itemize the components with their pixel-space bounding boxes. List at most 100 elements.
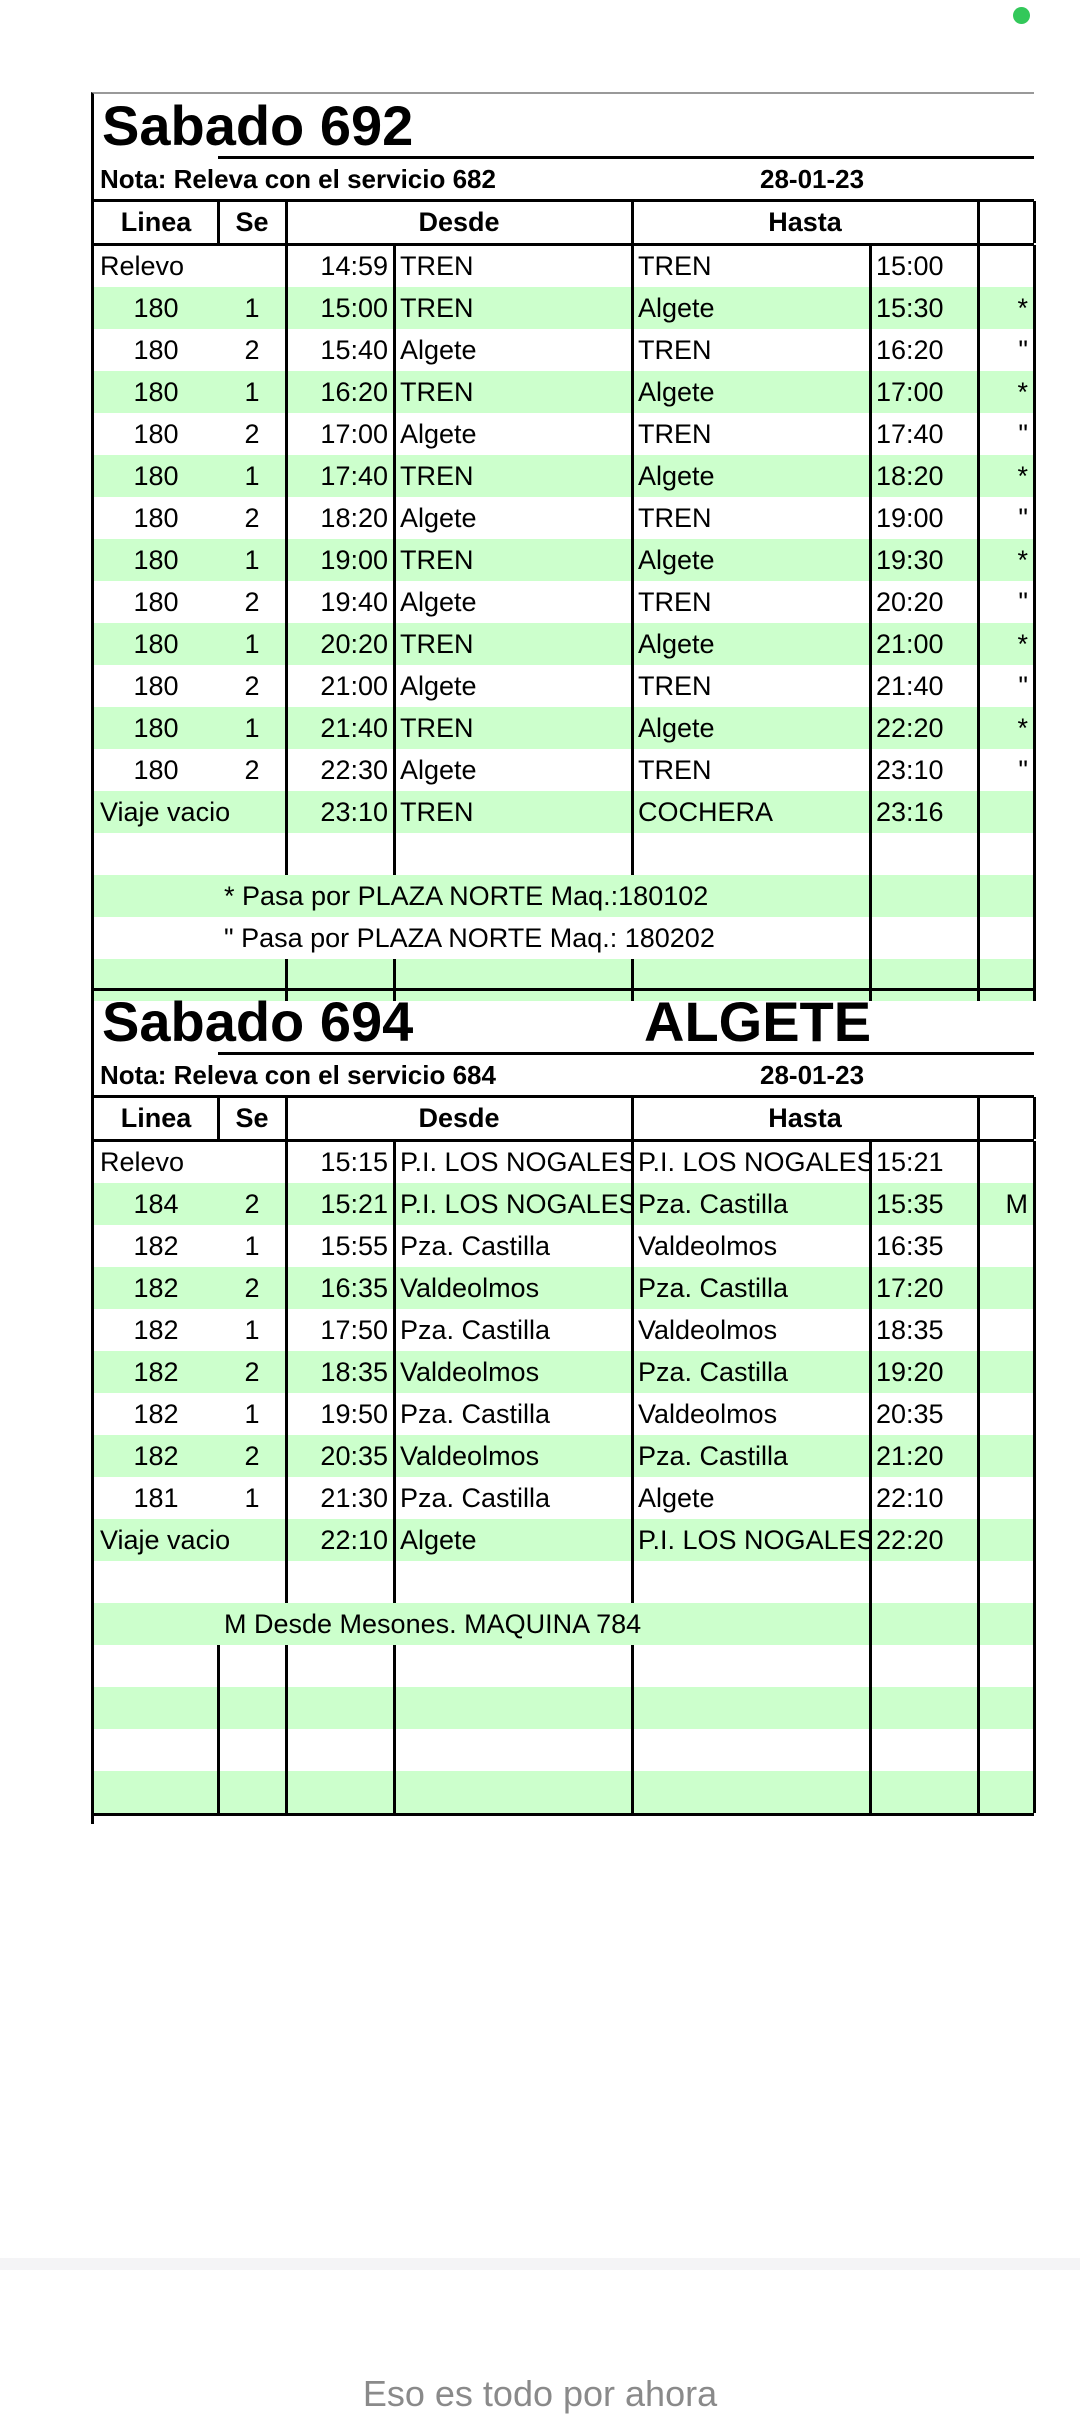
cell-t1: 19:40 (320, 587, 388, 617)
column-divider (869, 245, 872, 1001)
cell-from: Algete (400, 419, 477, 449)
cell-from: Algete (400, 587, 477, 617)
title-row: Sabado 694 ALGETE (94, 990, 1034, 1054)
service-place: ALGETE (644, 990, 872, 1053)
cell-t2: 21:40 (876, 671, 944, 701)
end-message: Eso es todo por ahora (362, 2373, 718, 2414)
cell-t1: 14:59 (320, 251, 388, 281)
cell-to: Pza. Castilla (638, 1357, 789, 1387)
cell-to: TREN (638, 671, 712, 701)
table-row: Viaje vacio 23:10 TREN COCHERA 23:16 (94, 791, 1034, 833)
cell-t2: 19:20 (876, 1357, 944, 1387)
table-row: 180 1 19:00 TREN Algete 19:30 * (94, 539, 1034, 581)
cell-from: TREN (400, 545, 474, 575)
cell-linea: 184 (133, 1189, 179, 1219)
cell-se: 1 (244, 545, 260, 575)
cell-t1: 17:40 (320, 461, 388, 491)
header-hasta: Hasta (768, 1103, 842, 1133)
cell-t2: 18:20 (876, 461, 944, 491)
cell-mark: * (1017, 629, 1028, 659)
column-divider (1033, 201, 1036, 243)
cell-linea: 182 (133, 1441, 179, 1471)
cell-to: TREN (638, 419, 712, 449)
column-divider (393, 1645, 396, 1813)
column-divider (285, 201, 288, 243)
cell-t2: 22:20 (876, 713, 944, 743)
table-row: Relevo 14:59 TREN TREN 15:00 (94, 245, 1034, 287)
service-date: 28-01-23 (760, 1060, 865, 1090)
cell-to: Pza. Castilla (638, 1189, 789, 1219)
cell-mark: M (1005, 1189, 1029, 1219)
cell-se: 2 (244, 419, 260, 449)
table-row: 182 1 15:55 Pza. Castilla Valdeolmos 16:35 (94, 1225, 1034, 1267)
cell-from: TREN (400, 461, 474, 491)
cell-t1: 22:10 (320, 1525, 388, 1555)
cell-from: P.I. LOS NOGALES (400, 1147, 632, 1177)
cell-linea: 180 (133, 671, 179, 701)
cell-from: Algete (400, 671, 477, 701)
cell-linea: Viaje vacio (100, 797, 231, 827)
cell-to: Algete (638, 713, 715, 743)
cell-from: Algete (400, 1525, 477, 1555)
cell-to: Algete (638, 293, 715, 323)
cell-t1: 15:00 (320, 293, 388, 323)
cell-linea: Relevo (100, 1147, 185, 1177)
cell-mark: * (1017, 293, 1028, 323)
cell-t2: 22:20 (876, 1525, 944, 1555)
header-se: Se (235, 207, 269, 237)
service-title: Sabado 694 (102, 990, 414, 1053)
cell-t1: 20:35 (320, 1441, 388, 1471)
cell-to: Algete (638, 629, 715, 659)
cell-t2: 15:00 (876, 251, 944, 281)
cell-from: Valdeolmos (400, 1273, 540, 1303)
cell-from: Algete (400, 335, 477, 365)
cell-mark: " (1018, 503, 1028, 533)
cell-t2: 18:35 (876, 1315, 944, 1345)
cell-t1: 20:20 (320, 629, 388, 659)
table-row: 180 1 21:40 TREN Algete 22:20 * (94, 707, 1034, 749)
cell-se: 1 (244, 629, 260, 659)
table-row (94, 1687, 1034, 1729)
service-date: 28-01-23 (760, 164, 865, 194)
cell-from: Pza. Castilla (400, 1399, 551, 1429)
cell-from: TREN (400, 251, 474, 281)
table-row: 181 1 21:30 Pza. Castilla Algete 22:10 (94, 1477, 1034, 1519)
table-row (94, 1561, 1034, 1603)
cell-se: 2 (244, 587, 260, 617)
cell-t2: 17:20 (876, 1273, 944, 1303)
cell-t1: 21:00 (320, 671, 388, 701)
cell-t1: 18:35 (320, 1357, 388, 1387)
footnote: * Pasa por PLAZA NORTE Maq.:180102 (224, 881, 709, 911)
column-divider (631, 1097, 634, 1139)
cell-t2: 19:00 (876, 503, 944, 533)
table-row: 180 2 17:00 Algete TREN 17:40 " (94, 413, 1034, 455)
table-row: 182 2 16:35 Valdeolmos Pza. Castilla 17:20 (94, 1267, 1034, 1309)
cell-mark: * (1017, 545, 1028, 575)
cell-se: 2 (244, 1189, 260, 1219)
table-row: 180 1 16:20 TREN Algete 17:00 * (94, 371, 1034, 413)
column-divider (217, 1097, 220, 1139)
cell-t2: 17:40 (876, 419, 944, 449)
cell-to: TREN (638, 755, 712, 785)
cell-from: Valdeolmos (400, 1441, 540, 1471)
cell-mark: " (1018, 335, 1028, 365)
cell-se: 2 (244, 335, 260, 365)
cell-t1: 18:20 (320, 503, 388, 533)
cell-linea: 180 (133, 461, 179, 491)
cell-se: 2 (244, 503, 260, 533)
column-divider (869, 1141, 872, 1813)
cell-linea: 180 (133, 587, 179, 617)
column-divider (1033, 245, 1036, 1001)
cell-t2: 17:00 (876, 377, 944, 407)
column-divider (285, 1645, 288, 1813)
cell-from: Algete (400, 503, 477, 533)
table-row: 180 2 19:40 Algete TREN 20:20 " (94, 581, 1034, 623)
header-hasta: Hasta (768, 207, 842, 237)
column-divider (1033, 1097, 1036, 1139)
cell-se: 2 (244, 1357, 260, 1387)
cell-to: Pza. Castilla (638, 1273, 789, 1303)
column-divider (631, 1141, 634, 1603)
column-divider (977, 245, 980, 1001)
cell-to: COCHERA (638, 797, 774, 827)
cell-t1: 22:30 (320, 755, 388, 785)
